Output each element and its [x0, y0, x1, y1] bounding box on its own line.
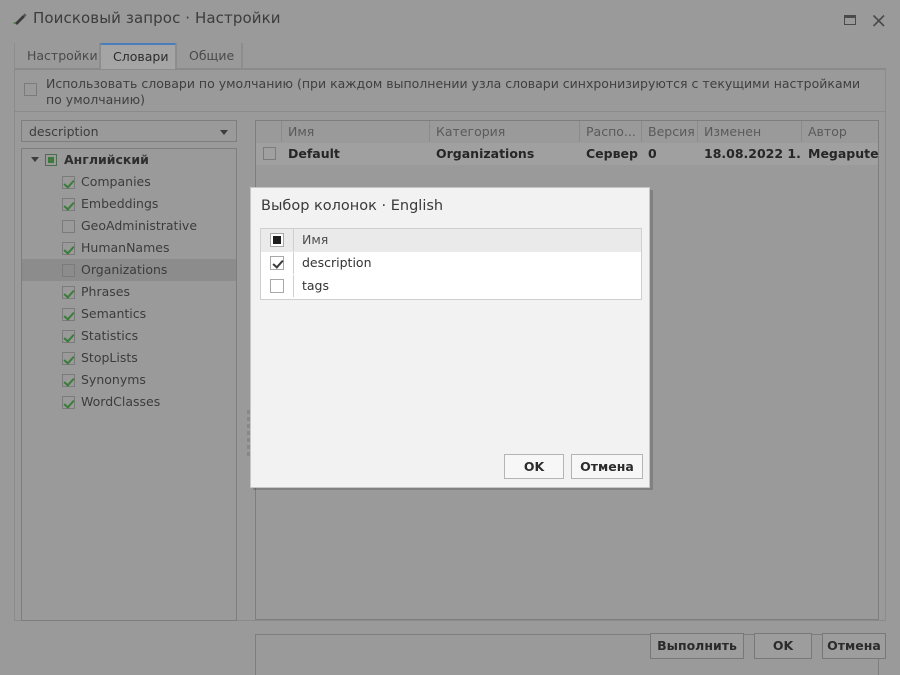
- column-item-checkbox[interactable]: [270, 256, 284, 270]
- column-list-header: Имя: [261, 229, 641, 253]
- tree-item-embeddings[interactable]: Embeddings: [22, 193, 236, 215]
- tree-item-synonyms[interactable]: Synonyms: [22, 369, 236, 391]
- dialog-ok-button[interactable]: OK: [504, 454, 564, 479]
- table-header-select[interactable]: [256, 121, 282, 142]
- ok-button[interactable]: OK: [754, 633, 812, 659]
- column-item-checkbox[interactable]: [270, 279, 284, 293]
- tree-item-checkbox[interactable]: [62, 374, 75, 387]
- table-cell-category: Organizations: [436, 146, 535, 161]
- tree-item-organizations[interactable]: Organizations: [22, 259, 236, 281]
- tree-item-label: Organizations: [81, 262, 168, 277]
- run-button[interactable]: Выполнить: [650, 633, 744, 659]
- dialog-title: Выбор колонок · English: [261, 198, 444, 214]
- tree-item-label: WordClasses: [81, 394, 161, 409]
- tree-root-label: Английский: [64, 152, 149, 167]
- tree-item-checkbox[interactable]: [62, 286, 75, 299]
- tree-item-checkbox[interactable]: [62, 396, 75, 409]
- tree-item-checkbox[interactable]: [62, 176, 75, 189]
- dictionary-field-select-value: description: [29, 124, 99, 139]
- tree-item-label: GeoAdministrative: [81, 218, 198, 233]
- tab-general[interactable]: Общие: [176, 43, 242, 68]
- tab-dictionaries[interactable]: Словари: [100, 43, 176, 69]
- tree-item-label: Phrases: [81, 284, 130, 299]
- table-cell-modified: 18.08.2022 1...: [704, 146, 802, 161]
- tree-item-humannames[interactable]: HumanNames: [22, 237, 236, 259]
- table-header-author[interactable]: Автор: [802, 121, 878, 142]
- table-header-row: Имя Категория Распо... Версия Изменен Ав…: [256, 121, 878, 144]
- close-icon: [872, 14, 885, 27]
- table-row-checkbox[interactable]: [263, 147, 276, 160]
- splitter-grip-icon: [545, 626, 591, 653]
- table-cell-name: Default: [288, 146, 340, 161]
- column-item-select-cell[interactable]: [261, 252, 294, 274]
- restore-icon: [844, 15, 856, 25]
- column-list-header-select-cell[interactable]: [261, 229, 294, 251]
- table-cell-author: Megaputer: [808, 146, 879, 161]
- chevron-down-icon[interactable]: [31, 157, 39, 162]
- column-list-item-description[interactable]: description: [261, 252, 641, 276]
- tree-item-companies[interactable]: Companies: [22, 171, 236, 193]
- footer-bar: Выполнить OK Отмена: [0, 633, 900, 675]
- tree-root-english[interactable]: Английский: [22, 149, 236, 171]
- page-title: Поисковый запрос · Настройки: [33, 9, 281, 27]
- column-chooser-dialog: Выбор колонок · English Имя description …: [250, 187, 650, 488]
- tree-item-checkbox[interactable]: [62, 330, 75, 343]
- tree-item-stoplists[interactable]: StopLists: [22, 347, 236, 369]
- tree-item-checkbox[interactable]: [62, 242, 75, 255]
- tree-item-label: HumanNames: [81, 240, 170, 255]
- dictionary-field-select[interactable]: description: [21, 120, 237, 142]
- column-item-select-cell[interactable]: [261, 275, 294, 297]
- tree-item-label: Synonyms: [81, 372, 146, 387]
- tab-settings[interactable]: Настройки: [14, 43, 100, 68]
- column-item-label: description: [302, 255, 372, 270]
- tree-item-wordclasses[interactable]: WordClasses: [22, 391, 236, 413]
- column-item-label: tags: [302, 278, 330, 293]
- use-default-dictionaries-label: Использовать словари по умолчанию (при к…: [46, 76, 861, 107]
- tree-item-checkbox[interactable]: [62, 198, 75, 211]
- table-header-version[interactable]: Версия: [642, 121, 698, 142]
- close-window-button[interactable]: [870, 11, 888, 29]
- tree-item-checkbox[interactable]: [62, 352, 75, 365]
- tree-item-label: Semantics: [81, 306, 147, 321]
- tree-item-checkbox[interactable]: [62, 220, 75, 233]
- use-default-dictionaries-checkbox[interactable]: [24, 83, 37, 96]
- tree-root-checkbox[interactable]: [45, 154, 57, 166]
- app-window: Поисковый запрос · Настройки Настройки С…: [0, 0, 900, 675]
- title-bar: Поисковый запрос · Настройки: [0, 0, 900, 38]
- dictionary-tree[interactable]: Английский Companies Embeddings GeoAdmin…: [21, 148, 237, 621]
- table-row[interactable]: Default Organizations Сервер 0 18.08.202…: [256, 143, 878, 165]
- tree-item-geoadministrative[interactable]: GeoAdministrative: [22, 215, 236, 237]
- table-cell-location: Сервер: [586, 146, 638, 161]
- table-cell-version: 0: [648, 146, 657, 161]
- column-list[interactable]: Имя description tags: [260, 228, 642, 300]
- tree-item-label: Embeddings: [81, 196, 159, 211]
- column-list-item-tags[interactable]: tags: [261, 275, 641, 298]
- select-all-checkbox[interactable]: [270, 233, 284, 247]
- table-header-location[interactable]: Распо...: [580, 121, 642, 142]
- use-default-dictionaries-row[interactable]: Использовать словари по умолчанию (при к…: [15, 70, 885, 112]
- tree-item-label: Companies: [81, 174, 151, 189]
- cancel-button[interactable]: Отмена: [822, 633, 886, 659]
- tab-strip: Настройки Словари Общие: [14, 43, 886, 69]
- tree-item-checkbox[interactable]: [62, 308, 75, 321]
- restore-window-button[interactable]: [842, 11, 860, 29]
- dialog-cancel-button[interactable]: Отмена: [571, 454, 643, 479]
- tree-item-statistics[interactable]: Statistics: [22, 325, 236, 347]
- table-header-name[interactable]: Имя: [282, 121, 430, 142]
- tree-item-label: Statistics: [81, 328, 139, 343]
- tree-item-label: StopLists: [81, 350, 138, 365]
- table-header-category[interactable]: Категория: [430, 121, 580, 142]
- column-list-header-label: Имя: [302, 232, 329, 247]
- tree-item-checkbox[interactable]: [62, 264, 75, 277]
- tree-item-phrases[interactable]: Phrases: [22, 281, 236, 303]
- tab-strip-end: [242, 43, 243, 68]
- chevron-down-icon: [220, 130, 228, 135]
- tree-item-semantics[interactable]: Semantics: [22, 303, 236, 325]
- pencil-icon: [10, 11, 28, 27]
- table-header-modified[interactable]: Изменен: [698, 121, 802, 142]
